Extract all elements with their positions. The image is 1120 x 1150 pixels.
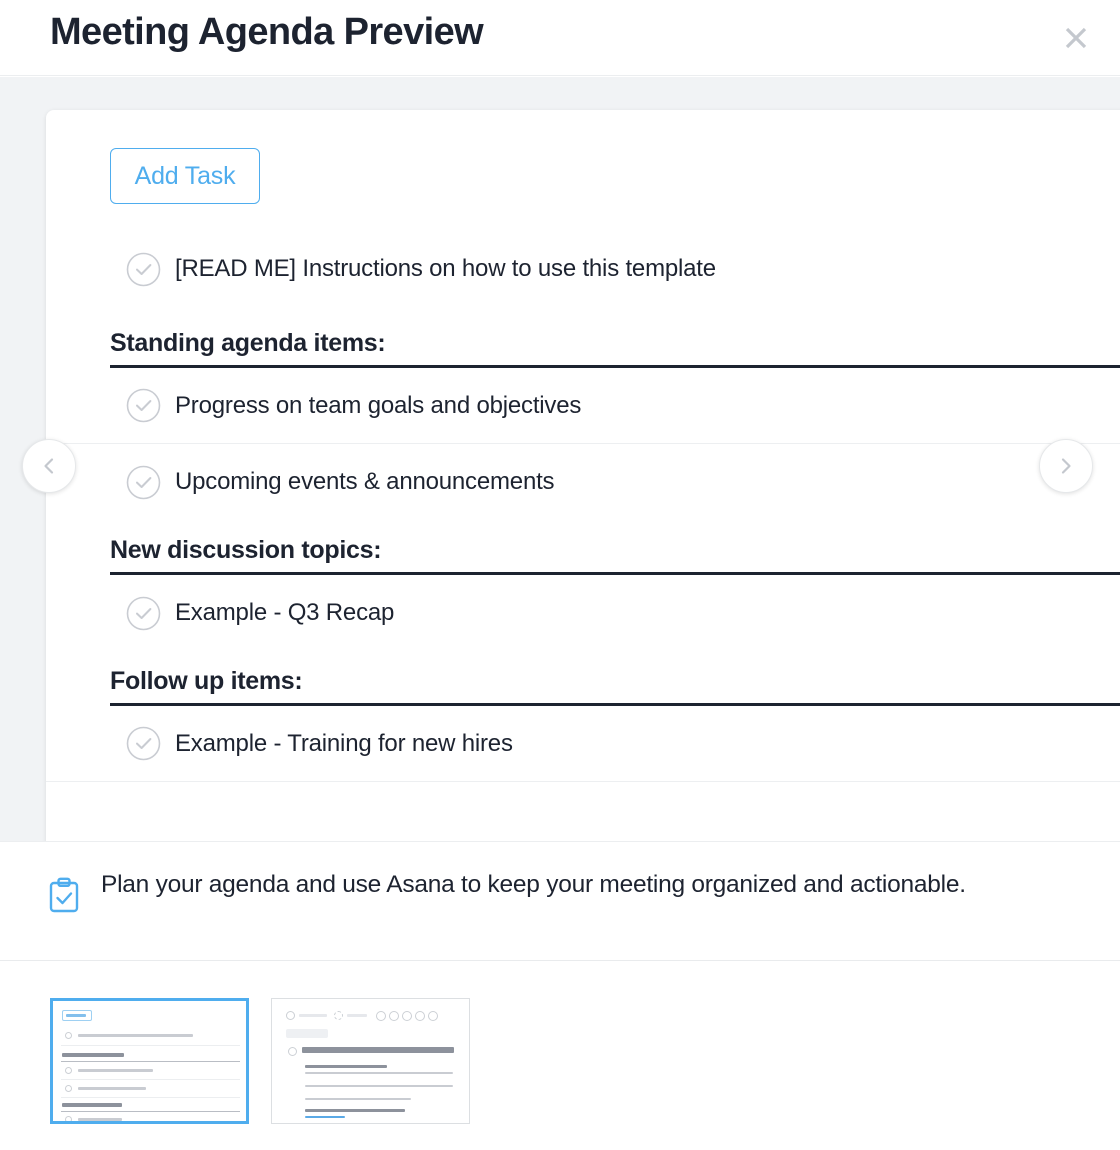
close-button[interactable] <box>1054 16 1098 60</box>
task-label: [READ ME] Instructions on how to use thi… <box>175 255 716 282</box>
meeting-agenda-preview-modal: Meeting Agenda Preview Add Task [READ ME… <box>0 0 1120 1150</box>
task-label: Upcoming events & announcements <box>175 468 555 495</box>
task-row[interactable]: Example - Training for new hires <box>46 706 1120 782</box>
section-heading: Follow up items: <box>110 667 1120 706</box>
thumbnail-task-list-preview <box>53 1001 246 1121</box>
task-label: Progress on team goals and objectives <box>175 391 582 419</box>
page-title: Meeting Agenda Preview <box>50 11 484 53</box>
task-row[interactable]: [READ ME] Instructions on how to use thi… <box>46 231 1120 307</box>
task-label: Example - Q3 Recap <box>175 599 395 626</box>
chevron-left-icon <box>39 456 59 476</box>
task-row[interactable]: Progress on team goals and objectives <box>46 368 1120 444</box>
close-icon <box>1063 25 1089 51</box>
task-label: Example - Training for new hires <box>175 729 513 757</box>
complete-check-icon[interactable] <box>126 465 161 500</box>
thumbnail-task-list-view[interactable] <box>50 998 249 1124</box>
chevron-right-icon <box>1056 456 1076 476</box>
template-description-bar: Plan your agenda and use Asana to keep y… <box>0 841 1120 961</box>
previous-slide-button[interactable] <box>22 439 76 493</box>
section-heading: Standing agenda items: <box>110 329 1120 368</box>
template-description-text: Plan your agenda and use Asana to keep y… <box>101 871 966 898</box>
agenda-section: New discussion topics: Example - Q3 Reca… <box>46 536 1120 651</box>
agenda-section: Standing agenda items: Progress on team … <box>46 329 1120 520</box>
agenda-section: Follow up items: Example - Training for … <box>46 667 1120 782</box>
preview-stage: Add Task [READ ME] Instructions on how t… <box>0 77 1120 841</box>
template-preview-card: Add Task [READ ME] Instructions on how t… <box>46 110 1120 841</box>
task-row[interactable]: Example - Q3 Recap <box>46 575 1120 651</box>
section-heading: New discussion topics: <box>110 536 1120 575</box>
complete-check-icon[interactable] <box>126 726 161 761</box>
complete-check-icon[interactable] <box>126 252 161 287</box>
clipboard-check-icon <box>48 877 80 913</box>
thumbnail-task-detail-view[interactable] <box>271 998 470 1124</box>
add-task-label: Add Task <box>134 161 236 190</box>
add-task-button[interactable]: Add Task <box>110 148 260 204</box>
preview-thumbnail-strip: Use Template <box>0 962 1120 1150</box>
modal-header: Meeting Agenda Preview <box>0 0 1120 76</box>
thumbnail-task-detail-preview <box>272 999 469 1123</box>
complete-check-icon[interactable] <box>126 596 161 631</box>
complete-check-icon[interactable] <box>126 388 161 423</box>
next-slide-button[interactable] <box>1039 439 1093 493</box>
task-row[interactable]: Upcoming events & announcements <box>46 444 1120 520</box>
